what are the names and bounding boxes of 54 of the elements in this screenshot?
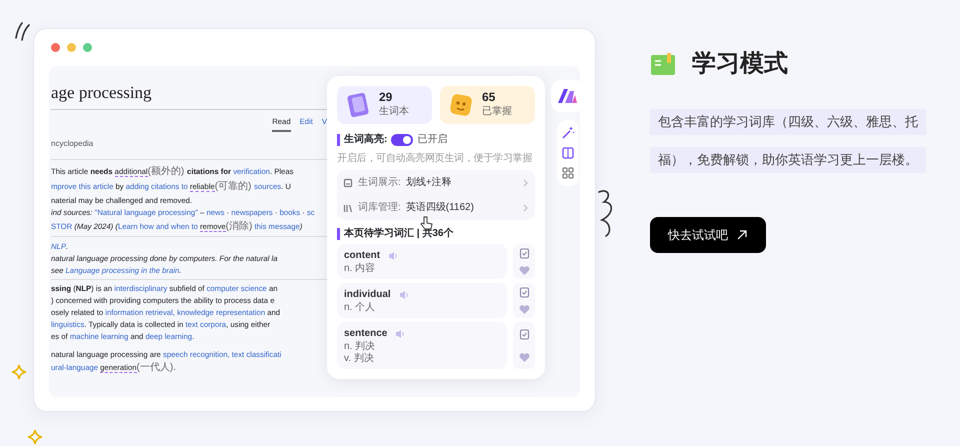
clipboard-check-icon[interactable] bbox=[518, 286, 530, 298]
section-title: 生词高亮: bbox=[337, 134, 388, 146]
stat-card[interactable]: 29 生词本 bbox=[337, 86, 432, 124]
word-card[interactable]: individual n. 个人 bbox=[337, 283, 507, 318]
library-icon bbox=[343, 202, 353, 213]
stat-card[interactable]: 65 已掌握 bbox=[440, 86, 535, 124]
book-icon bbox=[650, 52, 676, 77]
extension-logo[interactable] bbox=[551, 80, 580, 112]
word-text: content bbox=[344, 249, 380, 262]
promo-description: 福），免费解锁，助你英语学习更上一层楼。 bbox=[650, 146, 926, 173]
sparkle-icon bbox=[12, 365, 26, 379]
heart-icon[interactable] bbox=[518, 265, 530, 276]
settings-row[interactable]: 词库管理: 英语四级(1162) bbox=[337, 195, 535, 220]
logo-icon bbox=[557, 87, 578, 104]
window-control-dot[interactable] bbox=[83, 43, 92, 52]
promo-description: 包含丰富的学习词库（四级、六级、雅思、托 bbox=[650, 108, 926, 135]
heart-icon[interactable] bbox=[518, 304, 530, 316]
word-card[interactable]: content n. 内容 bbox=[337, 244, 507, 280]
stat-count: 65 bbox=[482, 91, 496, 104]
word-meaning: n. 个人 bbox=[344, 302, 376, 314]
try-now-button[interactable]: 快去试试吧 bbox=[650, 216, 766, 253]
sparkle-icon bbox=[28, 430, 42, 444]
grid-icon[interactable] bbox=[560, 166, 574, 180]
chevron-icon bbox=[522, 178, 529, 187]
clipboard-check-icon[interactable] bbox=[518, 247, 530, 260]
stat-count: 29 bbox=[379, 91, 394, 104]
toggle-status: 已开启 bbox=[417, 132, 448, 148]
window-control-dot[interactable] bbox=[67, 43, 76, 52]
doodle-drawing bbox=[12, 20, 32, 42]
word-text: individual bbox=[344, 288, 391, 302]
stat-label: 已掌握 bbox=[482, 104, 512, 120]
settings-row[interactable]: 生词展示: 划线+注释 bbox=[337, 170, 535, 196]
article-tagline: ncyclopedia bbox=[51, 132, 327, 160]
word-card[interactable]: sentence n. 判决 v. 判决 bbox=[337, 322, 507, 370]
chevron-icon bbox=[522, 204, 529, 212]
display-icon bbox=[343, 178, 353, 188]
article-title: age processing bbox=[51, 80, 327, 110]
word-meaning: v. 判决 bbox=[344, 353, 375, 366]
arrow-icon bbox=[736, 228, 748, 241]
speaker-icon[interactable] bbox=[388, 250, 398, 261]
speaker-icon[interactable] bbox=[395, 328, 406, 339]
promo-title: 学习模式 bbox=[692, 50, 788, 79]
word-meaning: n. 内容 bbox=[344, 263, 376, 276]
speaker-icon[interactable] bbox=[398, 290, 409, 300]
stat-label: 生词本 bbox=[379, 104, 409, 120]
help-text: 开启后，可自动高亮网页生词，便于学习掌握 bbox=[337, 152, 533, 166]
word-meaning: n. 判决 bbox=[344, 341, 376, 352]
heart-icon[interactable] bbox=[518, 352, 530, 364]
magic-wand-icon[interactable] bbox=[560, 126, 574, 140]
book-icon[interactable] bbox=[560, 146, 574, 160]
toggle-switch[interactable] bbox=[391, 134, 414, 146]
word-text: sentence bbox=[344, 327, 388, 340]
clipboard-check-icon[interactable] bbox=[518, 328, 530, 340]
window-control-dot[interactable] bbox=[51, 43, 60, 52]
